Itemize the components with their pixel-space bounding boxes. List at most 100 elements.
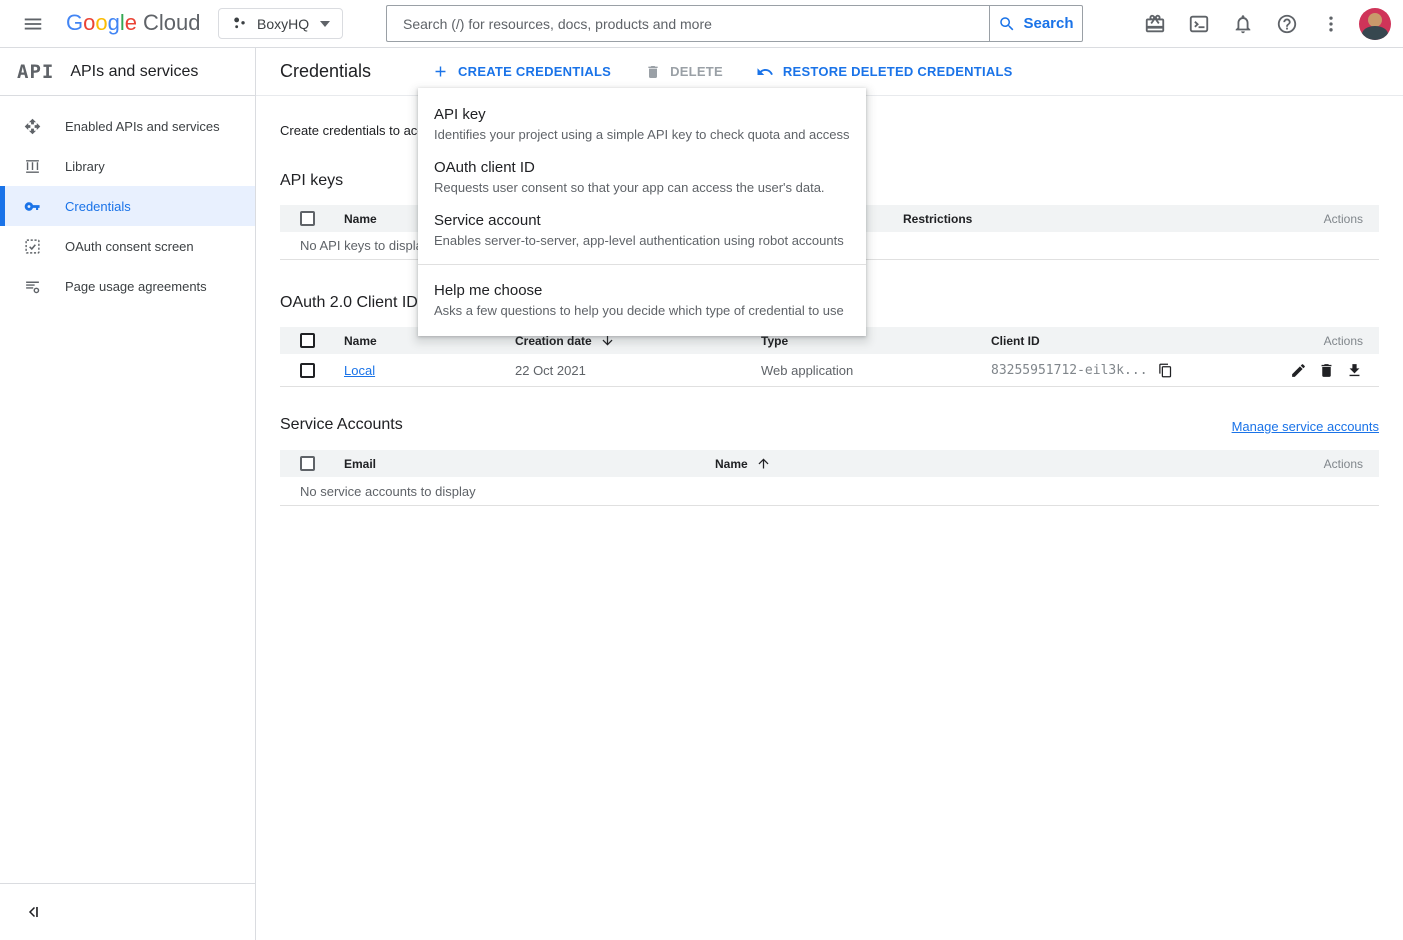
service-accounts-header-row: Service Accounts Manage service accounts xyxy=(280,416,1379,434)
logo-letter: G xyxy=(66,10,83,35)
column-name[interactable]: Name xyxy=(715,456,1324,471)
sort-ascending-icon xyxy=(756,456,771,471)
menu-icon[interactable] xyxy=(22,13,44,35)
sidebar-header: API APIs and services xyxy=(0,48,255,96)
client-id-value: 83255951712-eil3k... xyxy=(991,363,1148,378)
search-button-label: Search xyxy=(1023,15,1073,32)
column-restrictions: Restrictions xyxy=(903,212,1324,226)
service-accounts-table: Email Name Actions No service accounts t… xyxy=(280,450,1379,506)
undo-icon xyxy=(756,63,774,81)
service-accounts-heading: Service Accounts xyxy=(280,416,403,434)
manage-service-accounts-link[interactable]: Manage service accounts xyxy=(1232,419,1379,434)
column-client-id: Client ID xyxy=(991,334,1324,348)
column-email: Email xyxy=(344,457,715,471)
create-credentials-label: CREATE CREDENTIALS xyxy=(458,64,611,79)
top-bar: Google Cloud BoxyHQ Search xyxy=(0,0,1403,48)
api-product-logo: API xyxy=(17,61,54,83)
sidebar-item-library[interactable]: Library xyxy=(0,146,255,186)
help-icon[interactable] xyxy=(1265,2,1309,46)
empty-row: No service accounts to display xyxy=(280,477,1379,506)
project-icon xyxy=(231,15,248,32)
select-all-checkbox[interactable] xyxy=(300,333,315,348)
menu-item-description: Asks a few questions to help you decide … xyxy=(434,303,850,318)
collapse-sidebar-icon[interactable] xyxy=(24,903,42,921)
logo-letter: g xyxy=(108,10,120,35)
sidebar-footer xyxy=(0,883,255,940)
delete-button[interactable]: DELETE xyxy=(645,64,723,80)
create-credentials-menu: API key Identifies your project using a … xyxy=(418,88,866,336)
gift-icon[interactable] xyxy=(1133,2,1177,46)
sidebar-item-credentials[interactable]: Credentials xyxy=(0,186,255,226)
cloud-shell-icon[interactable] xyxy=(1177,2,1221,46)
sidebar-item-label: Enabled APIs and services xyxy=(65,119,220,134)
select-all-checkbox[interactable] xyxy=(300,211,315,226)
delete-icon[interactable] xyxy=(1318,362,1335,379)
menu-item-oauth-client-id[interactable]: OAuth client ID Requests user consent so… xyxy=(418,150,866,203)
plus-icon xyxy=(432,63,449,80)
restore-deleted-credentials-button[interactable]: RESTORE DELETED CREDENTIALS xyxy=(756,63,1013,81)
consent-screen-icon xyxy=(24,238,41,255)
sidebar-item-page-usage[interactable]: Page usage agreements xyxy=(0,266,255,306)
row-checkbox[interactable] xyxy=(300,363,315,378)
menu-item-title: Service account xyxy=(434,212,850,229)
logo-letter: e xyxy=(125,10,137,35)
menu-item-title: OAuth client ID xyxy=(434,159,850,176)
menu-item-help-me-choose[interactable]: Help me choose Asks a few questions to h… xyxy=(418,273,866,326)
client-name-link[interactable]: Local xyxy=(344,363,375,378)
more-options-icon[interactable] xyxy=(1309,2,1353,46)
api-keys-empty-text: No API keys to display xyxy=(300,238,429,253)
column-actions: Actions xyxy=(1324,212,1363,226)
sidebar: API APIs and services Enabled APIs and s… xyxy=(0,48,256,940)
avatar[interactable] xyxy=(1359,8,1391,40)
menu-divider xyxy=(418,264,866,265)
row-actions xyxy=(1290,362,1363,379)
column-actions: Actions xyxy=(1324,457,1363,471)
agreements-icon xyxy=(24,278,41,295)
service-accounts-empty-text: No service accounts to display xyxy=(300,484,476,499)
copy-icon[interactable] xyxy=(1158,363,1173,378)
project-name: BoxyHQ xyxy=(257,16,309,32)
delete-label: DELETE xyxy=(670,64,723,79)
sidebar-item-label: Page usage agreements xyxy=(65,279,207,294)
download-icon[interactable] xyxy=(1346,362,1363,379)
topbar-actions xyxy=(1133,0,1403,47)
project-selector[interactable]: BoxyHQ xyxy=(218,8,343,39)
menu-item-service-account[interactable]: Service account Enables server-to-server… xyxy=(418,203,866,256)
edit-icon[interactable] xyxy=(1290,362,1307,379)
notifications-bell-icon[interactable] xyxy=(1221,2,1265,46)
sidebar-item-oauth-consent[interactable]: OAuth consent screen xyxy=(0,226,255,266)
menu-item-title: Help me choose xyxy=(434,282,850,299)
column-actions: Actions xyxy=(1324,334,1363,348)
sidebar-title: APIs and services xyxy=(70,63,198,81)
type-cell: Web application xyxy=(761,363,991,378)
restore-label: RESTORE DELETED CREDENTIALS xyxy=(783,64,1013,79)
search-bar: Search xyxy=(386,5,1083,42)
trash-icon xyxy=(645,64,661,80)
menu-item-api-key[interactable]: API key Identifies your project using a … xyxy=(418,97,866,150)
oauth-clients-table: Name Creation date Type Client ID Action… xyxy=(280,327,1379,387)
key-icon xyxy=(24,198,41,215)
sidebar-item-label: OAuth consent screen xyxy=(65,239,194,254)
table-row: Local 22 Oct 2021 Web application 832559… xyxy=(280,354,1379,387)
logo-letter: o xyxy=(83,10,95,35)
menu-item-title: API key xyxy=(434,106,850,123)
dashboard-icon xyxy=(24,118,41,135)
create-credentials-button[interactable]: CREATE CREDENTIALS xyxy=(432,63,611,80)
creation-date-cell: 22 Oct 2021 xyxy=(515,363,761,378)
menu-item-description: Enables server-to-server, app-level auth… xyxy=(434,233,850,248)
avatar-head xyxy=(1368,13,1382,27)
page-title: Credentials xyxy=(280,61,371,82)
search-input[interactable] xyxy=(386,5,989,42)
logo-cloud-text: Cloud xyxy=(143,10,200,36)
table-header: Email Name Actions xyxy=(280,450,1379,477)
menu-item-description: Identifies your project using a simple A… xyxy=(434,127,850,142)
search-icon xyxy=(998,15,1016,33)
select-all-checkbox[interactable] xyxy=(300,456,315,471)
sidebar-item-label: Library xyxy=(65,159,105,174)
menu-item-description: Requests user consent so that your app c… xyxy=(434,180,850,195)
column-name-label: Name xyxy=(715,457,748,471)
sidebar-item-enabled-apis[interactable]: Enabled APIs and services xyxy=(0,106,255,146)
chevron-down-icon xyxy=(320,21,330,27)
avatar-body xyxy=(1362,26,1388,40)
search-button[interactable]: Search xyxy=(989,5,1083,42)
